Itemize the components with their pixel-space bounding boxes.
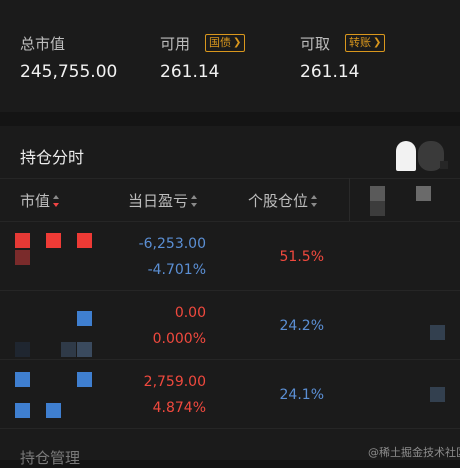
mosaic-block bbox=[15, 403, 30, 418]
header-day-pnl[interactable]: 当日盈亏 bbox=[128, 190, 199, 211]
mosaic-block bbox=[440, 161, 448, 169]
row-pnl-amount: 0.00 bbox=[174, 305, 206, 321]
row-pnl-percent: 4.874% bbox=[152, 400, 206, 416]
row-position: 24.1% bbox=[279, 387, 324, 403]
avatar[interactable] bbox=[396, 141, 416, 171]
mosaic-block bbox=[416, 186, 431, 201]
available-label: 可用 bbox=[160, 35, 191, 53]
column-divider bbox=[349, 178, 350, 222]
mosaic-block bbox=[430, 387, 445, 402]
sort-icon bbox=[53, 194, 61, 207]
treasury-link-label: 国债 bbox=[209, 36, 231, 49]
holdings-manage-link[interactable]: 持仓管理 bbox=[20, 447, 80, 468]
header-market-value-label: 市值 bbox=[20, 192, 51, 210]
withdrawable-value: 261.14 bbox=[300, 62, 360, 82]
row-position: 51.5% bbox=[279, 249, 324, 265]
header-day-pnl-label: 当日盈亏 bbox=[128, 192, 189, 210]
transfer-link-label: 转账 bbox=[349, 36, 371, 49]
withdrawable-label: 可取 bbox=[300, 35, 331, 53]
chevron-right-icon: ❯ bbox=[233, 37, 242, 48]
table-row[interactable] bbox=[0, 360, 460, 428]
available-value: 261.14 bbox=[160, 62, 220, 82]
row-pnl-percent: -4.701% bbox=[147, 262, 206, 278]
watermark: @稀土掘金技术社区 bbox=[368, 446, 460, 459]
header-position-label: 个股仓位 bbox=[248, 192, 309, 210]
account-summary bbox=[0, 0, 460, 112]
mosaic-block bbox=[46, 403, 61, 418]
row-position: 24.2% bbox=[279, 318, 324, 334]
mosaic-block bbox=[15, 233, 30, 248]
transfer-link[interactable]: 转账 ❯ bbox=[345, 34, 386, 52]
holdings-title: 持仓分时 bbox=[20, 148, 85, 167]
mosaic-block bbox=[430, 325, 445, 340]
total-market-value-label: 总市值 bbox=[20, 35, 66, 53]
sort-icon bbox=[191, 194, 199, 207]
mosaic-block bbox=[15, 372, 30, 387]
row-pnl-percent: 0.000% bbox=[152, 331, 206, 347]
table-row[interactable] bbox=[0, 222, 460, 290]
mosaic-block bbox=[370, 201, 385, 216]
total-market-value: 245,755.00 bbox=[20, 62, 118, 82]
divider bbox=[0, 178, 460, 179]
sort-icon bbox=[311, 194, 319, 207]
row-pnl-amount: -6,253.00 bbox=[138, 236, 206, 252]
mosaic-block bbox=[15, 342, 30, 357]
treasury-link[interactable]: 国债 ❯ bbox=[205, 34, 246, 52]
divider bbox=[0, 428, 460, 429]
chevron-right-icon: ❯ bbox=[373, 37, 382, 48]
header-position[interactable]: 个股仓位 bbox=[248, 190, 319, 211]
row-pnl-amount: 2,759.00 bbox=[143, 374, 206, 390]
mosaic-block bbox=[15, 250, 30, 265]
mosaic-block bbox=[370, 186, 385, 201]
mosaic-block bbox=[46, 233, 61, 248]
mosaic-block bbox=[61, 342, 76, 357]
header-market-value[interactable]: 市值 bbox=[20, 190, 61, 211]
